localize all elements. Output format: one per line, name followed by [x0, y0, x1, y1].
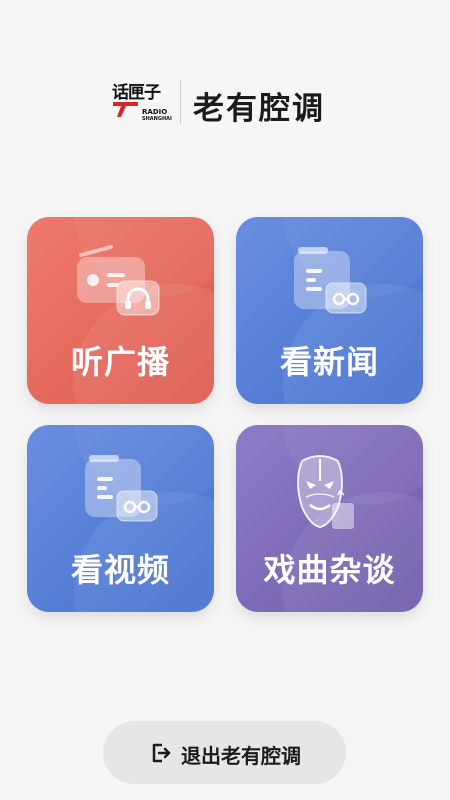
logo-red-mark-icon: [113, 102, 138, 117]
watch-video-tile[interactable]: 看视频: [27, 425, 214, 612]
header-divider: [180, 80, 181, 124]
opera-talk-tile[interactable]: 戏曲杂谈: [236, 425, 423, 612]
radio-headphones-icon: [77, 245, 160, 316]
tile-label: 听广播: [70, 343, 170, 381]
radio-shanghai-logo: 话匣子 RADIO SHANGHAI: [112, 78, 172, 124]
read-news-tile[interactable]: 看新闻: [236, 217, 423, 404]
opera-mask-icon: [297, 455, 354, 529]
app-header: 话匣子 RADIO SHANGHAI 老有腔调: [0, 78, 450, 128]
video-glasses-icon: [85, 455, 158, 522]
tile-label: 戏曲杂谈: [263, 551, 396, 589]
logo-shanghai-text: SHANGHAI: [142, 116, 172, 122]
exit-button-label: 退出老有腔调: [181, 744, 301, 768]
news-glasses-icon: [294, 247, 367, 314]
exit-button[interactable]: 退出老有腔调: [103, 721, 346, 784]
listen-radio-tile[interactable]: 听广播: [27, 217, 214, 404]
app-title: 老有腔调: [193, 91, 325, 127]
tile-label: 看视频: [70, 551, 170, 589]
tile-label: 看新闻: [279, 343, 379, 381]
logo-radio-text: RADIO: [142, 108, 168, 116]
exit-icon: [152, 743, 171, 763]
